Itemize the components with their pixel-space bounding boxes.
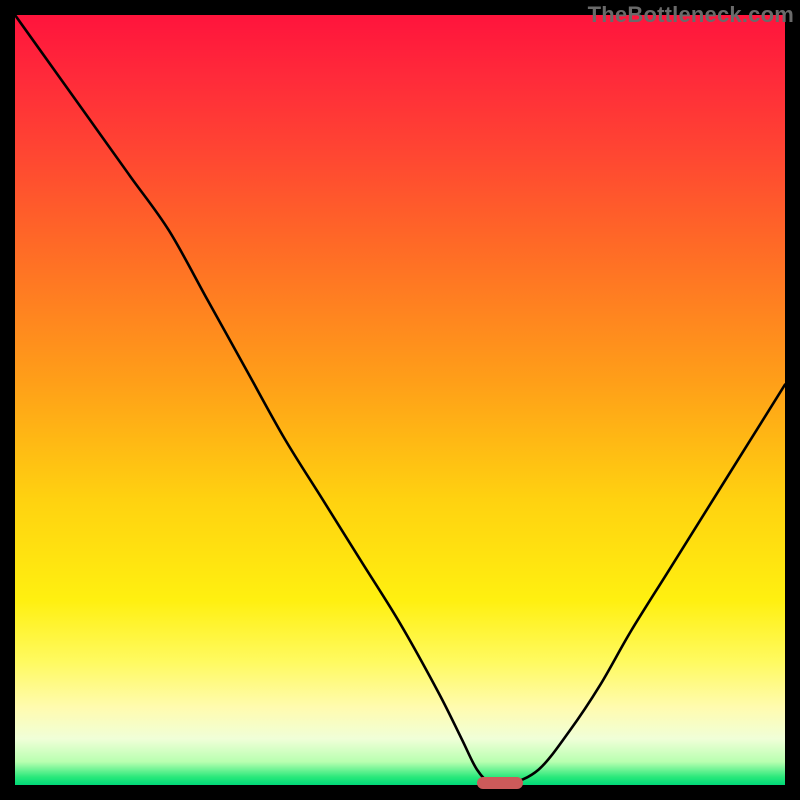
bottleneck-curve xyxy=(15,15,785,785)
bottleneck-chart: TheBottleneck.com xyxy=(0,0,800,800)
minimum-marker xyxy=(477,777,523,789)
plot-area xyxy=(15,15,785,785)
